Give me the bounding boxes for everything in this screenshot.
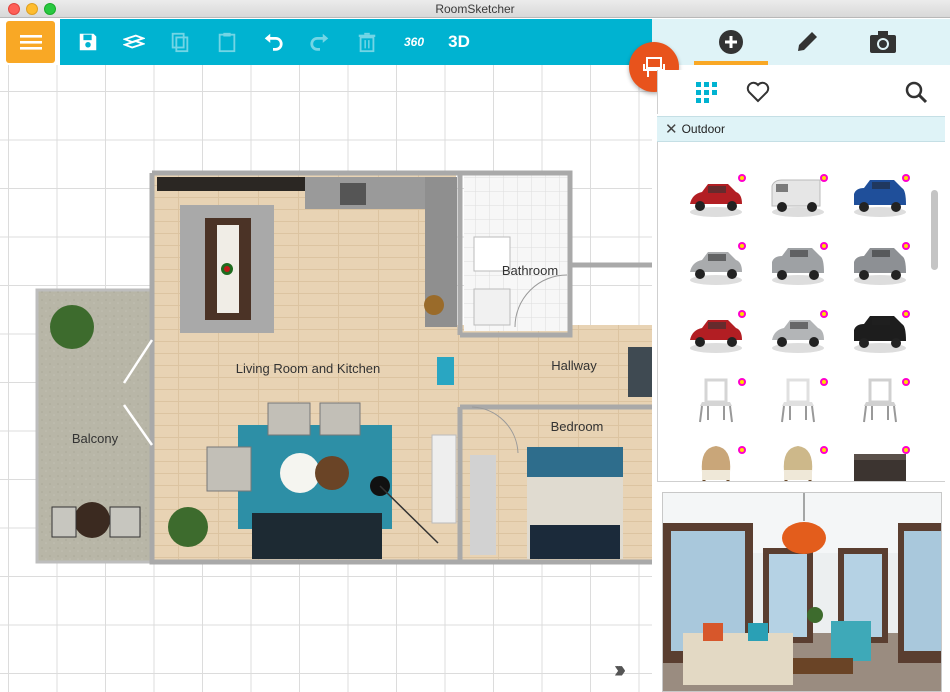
ottoman-thumbnail-icon xyxy=(854,446,910,481)
car-thumbnail-icon xyxy=(690,310,746,353)
copy-icon xyxy=(171,32,189,53)
main-menu-button[interactable] xyxy=(6,21,55,63)
floor-plan xyxy=(35,170,652,565)
catalog-item-suv[interactable] xyxy=(850,306,910,358)
heart-icon xyxy=(746,81,770,103)
pickup-thumbnail-icon xyxy=(854,174,910,217)
floor-plan-canvas[interactable]: Living Room and Kitchen Bathroom Hallway… xyxy=(0,65,652,692)
layers-icon xyxy=(123,34,145,49)
catalog-item-ottoman[interactable] xyxy=(850,442,910,481)
camera-icon xyxy=(870,31,896,53)
favorites-button[interactable] xyxy=(746,80,770,109)
catalog-item-wicker-chair[interactable] xyxy=(686,442,746,481)
grid-icon xyxy=(696,82,717,103)
wicker-chair-thumbnail-icon xyxy=(701,446,746,481)
copy-button[interactable] xyxy=(168,30,192,54)
catalog-item-chair[interactable] xyxy=(850,374,910,426)
pencil-icon xyxy=(798,32,817,51)
catalog-item-car[interactable] xyxy=(686,306,746,358)
3d-preview[interactable] xyxy=(662,492,942,692)
view-3d-label: 3D xyxy=(448,32,470,51)
window-title: RoomSketcher xyxy=(435,2,515,16)
catalog-item-wicker-chair[interactable] xyxy=(768,442,828,481)
suv-thumbnail-icon xyxy=(772,242,828,285)
catalog-item-car[interactable] xyxy=(686,170,746,222)
chair-thumbnail-icon xyxy=(781,378,828,423)
clear-filter-close-icon[interactable]: ✕ xyxy=(665,120,678,138)
catalog-item-chair[interactable] xyxy=(686,374,746,426)
hamburger-icon xyxy=(19,35,42,50)
expand-panel-button[interactable]: ››› xyxy=(614,656,626,684)
wicker-chair-thumbnail-icon xyxy=(783,446,828,481)
save-icon xyxy=(79,33,97,51)
catalog-grid xyxy=(657,142,945,482)
tab-edit[interactable] xyxy=(792,27,822,57)
suv-thumbnail-icon xyxy=(854,310,910,353)
suv-thumbnail-icon xyxy=(854,242,910,285)
category-filter: ✕ Outdoor xyxy=(657,116,945,142)
view-3d-button[interactable]: 3D xyxy=(444,30,474,54)
catalog-item-sedan[interactable] xyxy=(768,306,828,358)
trash-icon xyxy=(358,32,376,53)
catalog-item-pickup[interactable] xyxy=(850,170,910,222)
grid-view-button[interactable] xyxy=(696,82,718,109)
clipboard-icon xyxy=(218,32,236,53)
chair-thumbnail-icon xyxy=(699,378,746,423)
double-chevron-right-icon: ››› xyxy=(614,656,626,683)
car-thumbnail-icon xyxy=(690,242,746,285)
view-360-button[interactable]: 360 xyxy=(399,30,429,54)
redo-icon xyxy=(310,33,329,51)
search-button[interactable] xyxy=(904,80,928,109)
filter-label: Outdoor xyxy=(681,122,725,136)
catalog-item-suv[interactable] xyxy=(850,238,910,290)
car-thumbnail-icon xyxy=(690,174,746,217)
undo-button[interactable] xyxy=(261,30,285,54)
catalog-toolbar xyxy=(657,70,945,114)
app-window: RoomSketcher 360 3D Living Room and Kitc… xyxy=(0,0,950,692)
search-icon xyxy=(905,81,928,104)
add-icon xyxy=(719,30,743,54)
view-360-label: 360 xyxy=(403,35,425,49)
undo-icon xyxy=(264,33,283,51)
tab-camera[interactable] xyxy=(868,27,898,57)
floors-button[interactable] xyxy=(122,30,146,54)
sedan-thumbnail-icon xyxy=(772,310,828,353)
catalog-item-chair[interactable] xyxy=(768,374,828,426)
panel-tabs xyxy=(652,19,950,65)
toolbar: 360 3D xyxy=(60,19,652,65)
chair-thumbnail-icon xyxy=(863,378,910,423)
van-thumbnail-icon xyxy=(771,174,828,217)
catalog-scrollbar[interactable] xyxy=(931,190,938,270)
redo-button[interactable] xyxy=(308,30,332,54)
paste-button[interactable] xyxy=(215,30,239,54)
catalog-item-van[interactable] xyxy=(768,170,828,222)
title-bar: RoomSketcher xyxy=(0,0,950,18)
tab-add[interactable] xyxy=(694,27,768,65)
catalog-item-suv[interactable] xyxy=(768,238,828,290)
catalog-item-car[interactable] xyxy=(686,238,746,290)
3d-preview-render xyxy=(663,493,941,691)
delete-button[interactable] xyxy=(355,30,379,54)
save-button[interactable] xyxy=(76,30,100,54)
